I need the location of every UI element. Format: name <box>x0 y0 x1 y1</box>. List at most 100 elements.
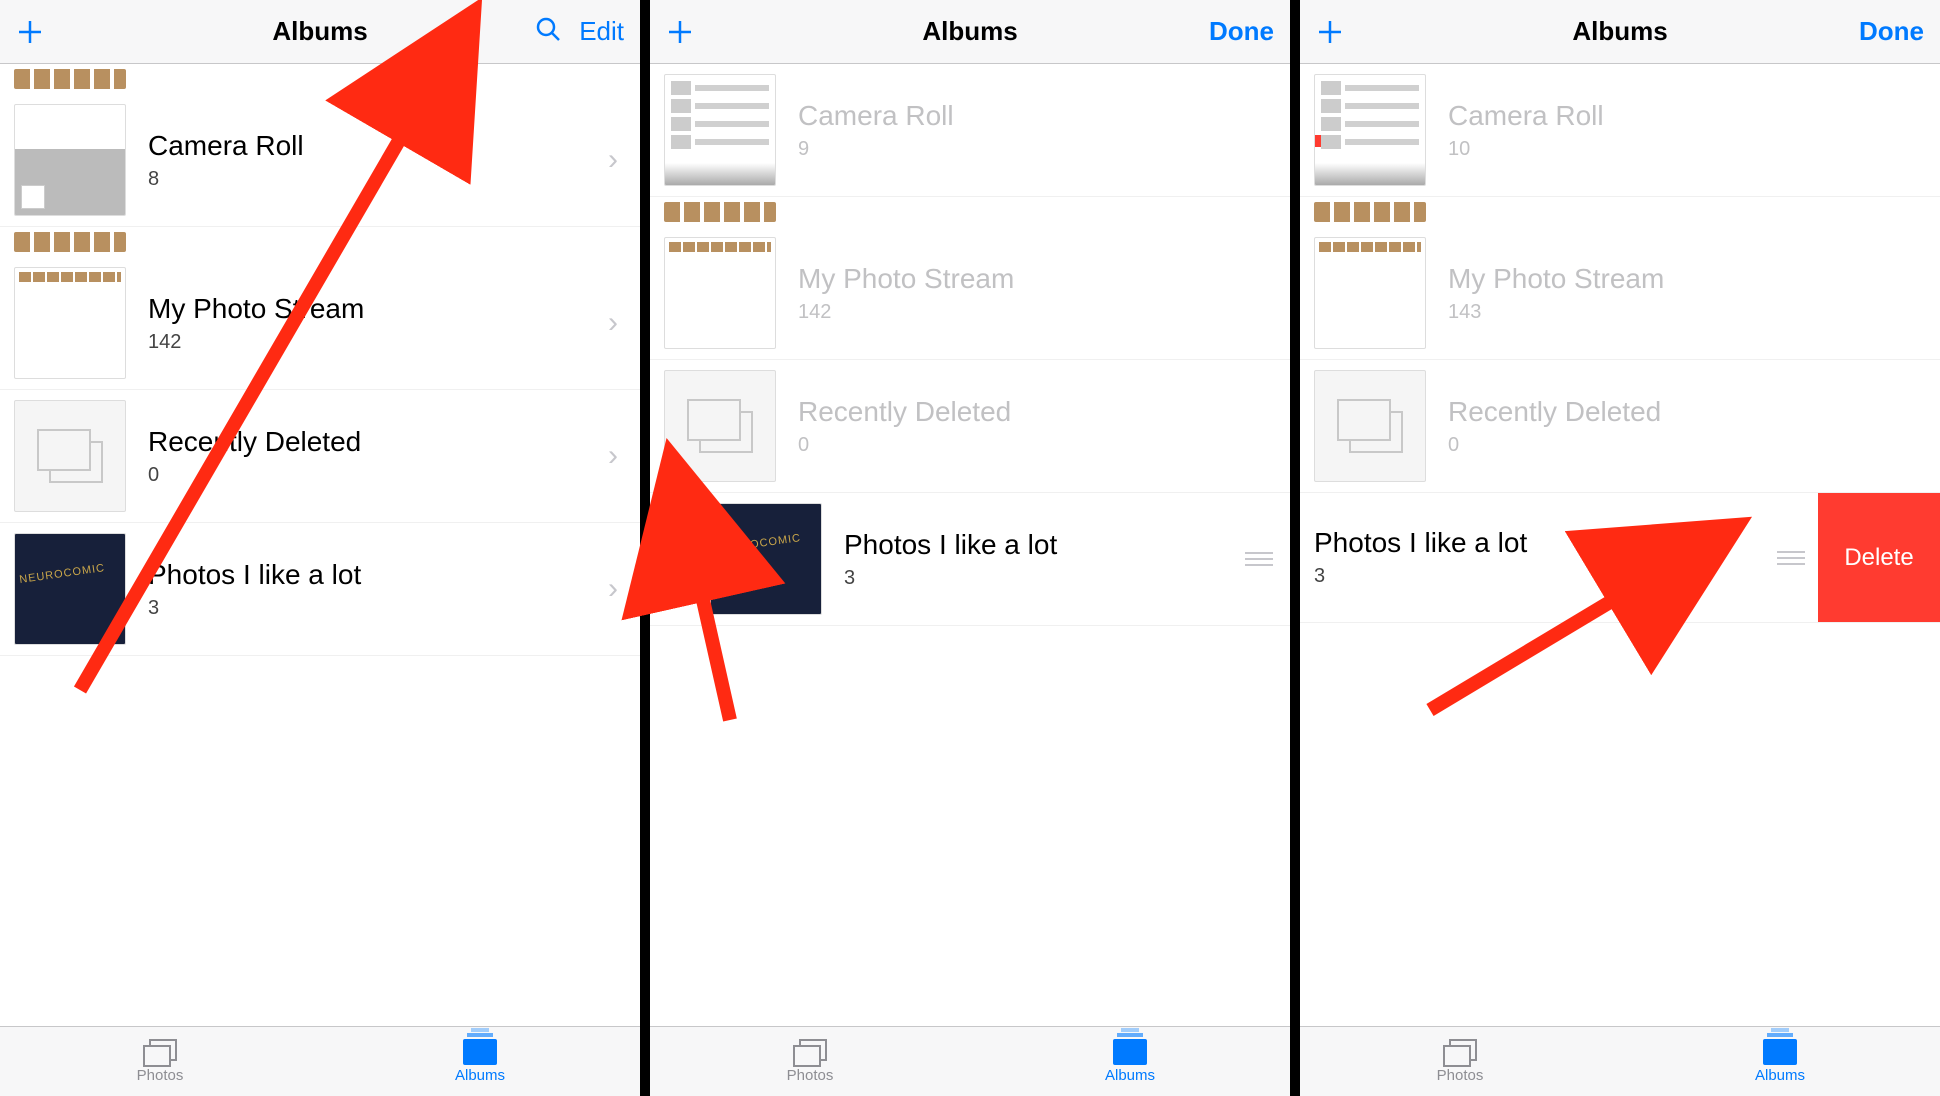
album-row-recently-deleted: Recently Deleted 0 <box>1300 360 1940 493</box>
album-thumbnail <box>664 237 776 349</box>
chevron-right-icon: › <box>600 306 626 340</box>
album-count: 143 <box>1448 301 1926 324</box>
delete-button[interactable]: Delete <box>1818 493 1940 622</box>
album-thumbnail <box>14 69 126 89</box>
album-count: 142 <box>148 331 600 354</box>
album-thumbnail <box>14 400 126 512</box>
tab-bar: Photos Albums <box>0 1026 640 1096</box>
tab-label: Albums <box>1755 1067 1805 1084</box>
chevron-right-icon: › <box>600 439 626 473</box>
album-count: 10 <box>1448 138 1926 161</box>
album-count: 9 <box>798 138 1276 161</box>
panel-2: Albums Done Camera Roll 9 My Photo Stream… <box>650 0 1290 1096</box>
delete-minus-button[interactable] <box>664 542 698 576</box>
navbar: Albums Done <box>1300 0 1940 64</box>
album-row-camera-roll: Camera Roll 10 <box>1300 64 1940 197</box>
tab-label: Albums <box>1105 1067 1155 1084</box>
album-count: 3 <box>148 597 600 620</box>
album-row-photo-stream[interactable]: My Photo Stream 142 › <box>0 257 640 390</box>
album-thumbnail <box>1314 237 1426 349</box>
albums-list: Camera Roll 10 My Photo Stream 143 Recentl… <box>1300 64 1940 1026</box>
album-thumbnail <box>14 232 126 252</box>
list-partial <box>650 197 1290 227</box>
album-row-camera-roll[interactable]: Camera Roll 8 › <box>0 94 640 227</box>
chevron-right-icon: › <box>600 143 626 177</box>
albums-list: Camera Roll 8 › My Photo Stream 142 › Rece… <box>0 64 640 1026</box>
album-thumbnail <box>1314 370 1426 482</box>
album-thumbnail <box>1314 202 1426 222</box>
tab-photos[interactable]: Photos <box>1300 1027 1620 1096</box>
album-thumbnail <box>710 503 822 615</box>
tab-photos[interactable]: Photos <box>650 1027 970 1096</box>
album-title: Camera Roll <box>148 130 600 162</box>
album-count: 8 <box>148 168 600 191</box>
panel-3: Albums Done Camera Roll 10 My Photo Strea… <box>1300 0 1940 1096</box>
album-thumbnail <box>14 533 126 645</box>
album-count: 3 <box>844 567 1234 590</box>
albums-icon <box>463 1039 497 1065</box>
photos-icon <box>1443 1039 1477 1065</box>
tab-label: Photos <box>1437 1067 1484 1084</box>
done-button[interactable]: Done <box>1859 16 1924 47</box>
album-count: 0 <box>1448 434 1926 457</box>
albums-icon <box>1113 1039 1147 1065</box>
photos-icon <box>793 1039 827 1065</box>
add-album-button[interactable] <box>666 18 694 46</box>
album-title: My Photo Stream <box>148 293 600 325</box>
album-row-photo-stream: My Photo Stream 143 <box>1300 227 1940 360</box>
album-title: Recently Deleted <box>1448 396 1926 428</box>
album-row-custom[interactable]: Photos I like a lot 3 Delete <box>1300 493 1940 623</box>
search-icon[interactable] <box>535 16 561 47</box>
reorder-handle[interactable] <box>1242 552 1276 566</box>
done-button[interactable]: Done <box>1209 16 1274 47</box>
album-thumbnail <box>664 370 776 482</box>
tab-photos[interactable]: Photos <box>0 1027 320 1096</box>
navbar-title: Albums <box>1572 16 1667 47</box>
tab-label: Photos <box>137 1067 184 1084</box>
panel-separator <box>1290 0 1300 1096</box>
album-row-recently-deleted[interactable]: Recently Deleted0 › <box>0 390 640 523</box>
album-count: 3 <box>1314 565 1766 588</box>
tab-label: Photos <box>787 1067 834 1084</box>
album-thumbnail <box>14 267 126 379</box>
album-count: 0 <box>798 434 1276 457</box>
album-title: Recently Deleted <box>148 426 600 458</box>
album-row-recently-deleted: Recently Deleted 0 <box>650 360 1290 493</box>
tab-albums[interactable]: Albums <box>320 1027 640 1096</box>
add-album-button[interactable] <box>16 18 44 46</box>
album-count: 142 <box>798 301 1276 324</box>
tab-bar: Photos Albums <box>650 1026 1290 1096</box>
chevron-right-icon: › <box>600 572 626 606</box>
tab-bar: Photos Albums <box>1300 1026 1940 1096</box>
tab-albums[interactable]: Albums <box>1620 1027 1940 1096</box>
navbar-title: Albums <box>922 16 1017 47</box>
photos-icon <box>143 1039 177 1065</box>
album-title: Photos I like a lot <box>1314 527 1766 559</box>
album-title: Photos I like a lot <box>148 559 600 591</box>
album-row-camera-roll: Camera Roll 9 <box>650 64 1290 197</box>
album-thumbnail <box>1314 74 1426 186</box>
navbar: Albums Edit <box>0 0 640 64</box>
tab-albums[interactable]: Albums <box>970 1027 1290 1096</box>
album-title: Recently Deleted <box>798 396 1276 428</box>
panel-1: Albums Edit Camera Roll 8 › My Photo Stre… <box>0 0 640 1096</box>
album-row-custom[interactable]: Photos I like a lot 3 <box>650 493 1290 626</box>
album-thumbnail <box>664 74 776 186</box>
reorder-handle[interactable] <box>1774 551 1808 565</box>
album-row-custom[interactable]: Photos I like a lot 3 › <box>0 523 640 656</box>
add-album-button[interactable] <box>1316 18 1344 46</box>
edit-button[interactable]: Edit <box>579 16 624 47</box>
album-thumbnail <box>664 202 776 222</box>
list-partial <box>0 227 640 257</box>
album-title: Camera Roll <box>798 100 1276 132</box>
album-row-photo-stream: My Photo Stream 142 <box>650 227 1290 360</box>
album-title: Camera Roll <box>1448 100 1926 132</box>
panel-separator <box>640 0 650 1096</box>
albums-list: Camera Roll 9 My Photo Stream 142 Recently… <box>650 64 1290 1026</box>
album-title: Photos I like a lot <box>844 529 1234 561</box>
navbar-title: Albums <box>272 16 367 47</box>
album-title: My Photo Stream <box>798 263 1276 295</box>
list-partial <box>1300 197 1940 227</box>
album-title: My Photo Stream <box>1448 263 1926 295</box>
navbar: Albums Done <box>650 0 1290 64</box>
